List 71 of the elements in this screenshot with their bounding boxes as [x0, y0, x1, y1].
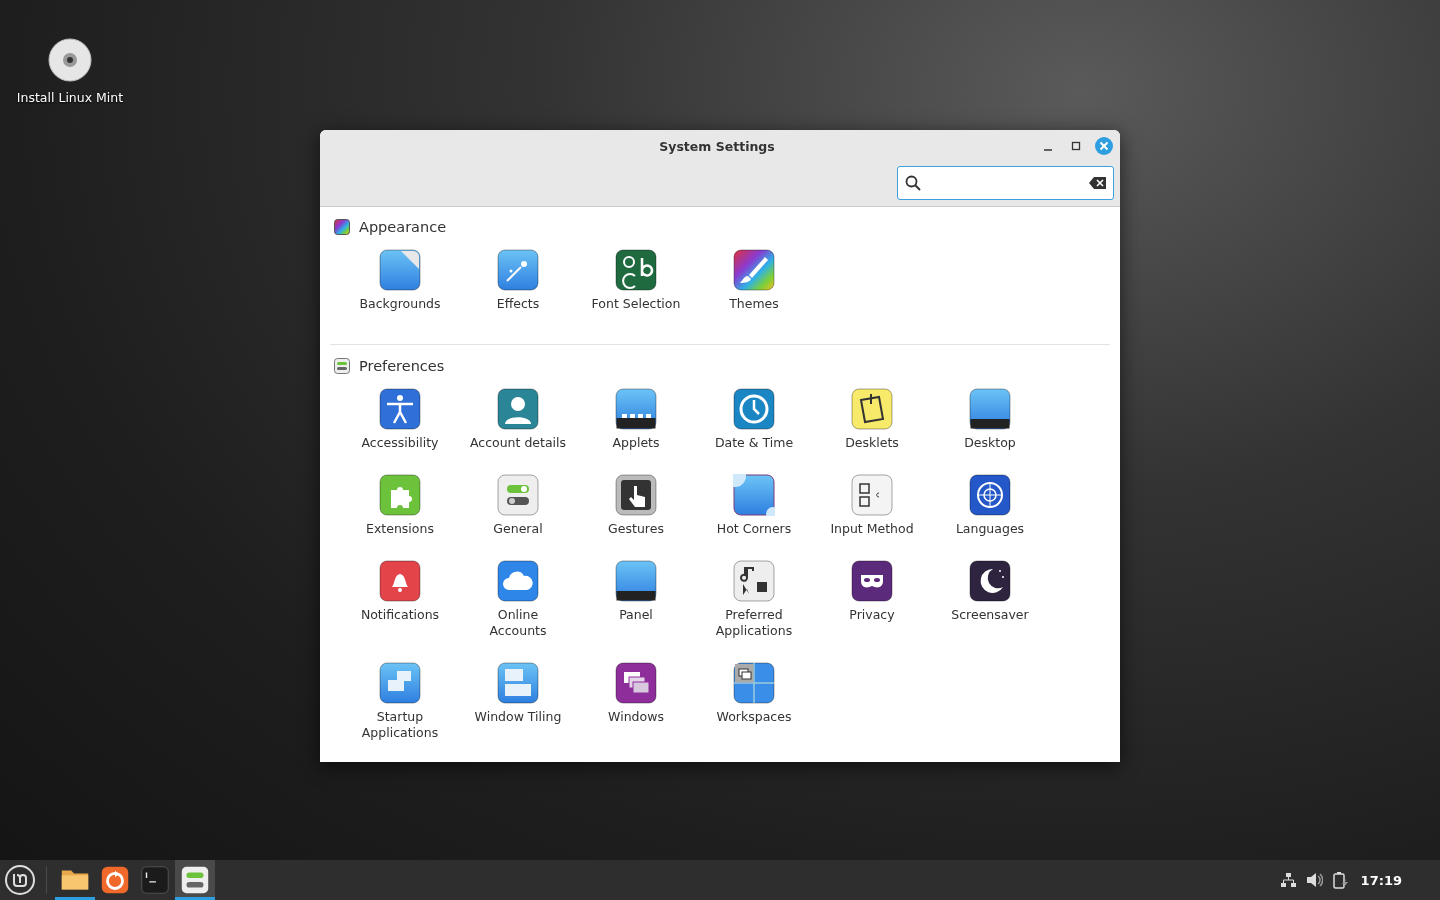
- corners-icon[interactable]: [733, 474, 775, 516]
- settings-item-label[interactable]: Notifications: [360, 607, 440, 623]
- settings-item-label[interactable]: Input Method: [830, 521, 914, 537]
- settings-item-label[interactable]: Windows: [608, 709, 664, 725]
- clock[interactable]: 17:19: [1360, 872, 1402, 888]
- moon-icon[interactable]: [969, 560, 1011, 602]
- settings-item-label[interactable]: Hot Corners: [716, 521, 792, 537]
- toggle-switches-icon: [334, 357, 350, 374]
- settings-item-label[interactable]: Workspaces: [716, 709, 792, 725]
- desktop-icon-label[interactable]: Install Linux Mint: [16, 90, 124, 105]
- note-and-camera-icon[interactable]: [733, 560, 775, 602]
- settings-item-label[interactable]: Startup Applications: [361, 709, 439, 741]
- windows-icon[interactable]: [379, 662, 421, 704]
- accessibility-icon[interactable]: [379, 388, 421, 430]
- maximize-icon: [1071, 141, 1081, 151]
- workspaces-grid-icon[interactable]: [733, 662, 775, 704]
- settings-item-label[interactable]: Backgrounds: [359, 296, 441, 312]
- search-icon: [905, 175, 921, 191]
- tiled-windows-icon[interactable]: [497, 662, 539, 704]
- window-title: System Settings: [659, 138, 775, 154]
- panel-icon[interactable]: [615, 560, 657, 602]
- settings-item-label[interactable]: Preferred Applications: [715, 607, 793, 639]
- section-title: Appearance: [359, 218, 447, 235]
- network-icon[interactable]: [1279, 872, 1296, 888]
- settings-item-label[interactable]: Themes: [729, 296, 779, 312]
- clear-icon[interactable]: [1089, 177, 1106, 189]
- disc-icon[interactable]: [48, 38, 92, 82]
- paintbrush-icon[interactable]: [733, 249, 775, 291]
- settings-item-label[interactable]: Online Accounts: [489, 607, 547, 639]
- settings-item-label[interactable]: Panel: [619, 607, 653, 623]
- settings-item-label[interactable]: Desklets: [845, 435, 899, 451]
- settings-item-label[interactable]: Desktop: [964, 435, 1016, 451]
- clock-icon[interactable]: [733, 388, 775, 430]
- puzzle-icon[interactable]: [379, 474, 421, 516]
- close-icon: [1095, 137, 1113, 155]
- settings-item-label[interactable]: Screensaver: [951, 607, 1029, 623]
- settings-item-label[interactable]: Accessibility: [361, 435, 439, 451]
- settings-item-label[interactable]: Date & Time: [714, 435, 794, 451]
- settings-item-label[interactable]: General: [493, 521, 543, 537]
- hand-pointer-icon[interactable]: [615, 474, 657, 516]
- cloud-icon[interactable]: [497, 560, 539, 602]
- wallpaper-icon[interactable]: [379, 249, 421, 291]
- letters-icon[interactable]: [615, 249, 657, 291]
- settings-item-label[interactable]: Window Tiling: [474, 709, 562, 725]
- settings-item-label[interactable]: Account details: [469, 435, 567, 451]
- settings-item-label[interactable]: Font Selection: [591, 296, 681, 312]
- logo-icon: [4, 864, 36, 896]
- bell-icon[interactable]: [379, 560, 421, 602]
- note-icon[interactable]: [851, 388, 893, 430]
- settings-toggles-launcher[interactable]: [175, 860, 215, 900]
- stacked-windows-icon[interactable]: [615, 662, 657, 704]
- panel-icon[interactable]: [615, 388, 657, 430]
- user-icon[interactable]: [497, 388, 539, 430]
- volume-icon[interactable]: [1305, 872, 1323, 888]
- search-field[interactable]: [897, 166, 1114, 200]
- settings-item-label[interactable]: Languages: [955, 521, 1025, 537]
- toggle-switches-icon[interactable]: [497, 474, 539, 516]
- desktop-icon[interactable]: [969, 388, 1011, 430]
- settings-item-label[interactable]: Effects: [496, 296, 540, 312]
- mask-icon[interactable]: [851, 560, 893, 602]
- settings-item-label[interactable]: Gestures: [608, 521, 664, 537]
- minimize-icon: [1044, 149, 1052, 151]
- terminal-icon: [138, 863, 172, 897]
- settings-item-label[interactable]: Privacy: [849, 607, 895, 623]
- magic-wand-icon[interactable]: [497, 249, 539, 291]
- color-square-icon: [334, 218, 350, 235]
- section-title: Preferences: [359, 357, 445, 374]
- close-button[interactable]: [1094, 136, 1114, 156]
- settings-item-label[interactable]: Extensions: [366, 521, 434, 537]
- battery-charging-icon[interactable]: [1332, 871, 1349, 889]
- settings-item-label[interactable]: Applets: [612, 435, 660, 451]
